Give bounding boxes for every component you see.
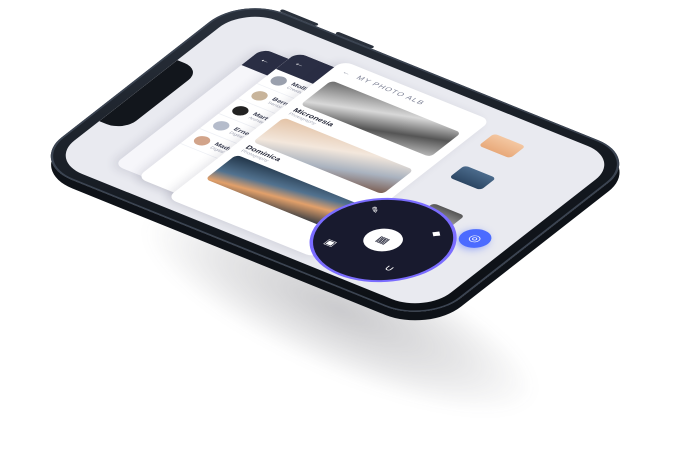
pen-icon[interactable]: ✎: [366, 205, 384, 215]
mockup-stage: ← ← Mollie Stevenson Creative designer: [0, 0, 700, 451]
shape-icon[interactable]: ◆: [428, 228, 445, 239]
avatar: [209, 119, 233, 133]
back-arrow-icon[interactable]: ←: [340, 69, 355, 77]
avatar: [228, 104, 252, 118]
back-arrow-icon[interactable]: ←: [257, 56, 274, 66]
back-arrow-icon[interactable]: ←: [291, 60, 308, 70]
thumbnail[interactable]: [478, 133, 526, 159]
phone-mockup: ← ← Mollie Stevenson Creative designer: [29, 0, 641, 324]
phone-body: ← ← Mollie Stevenson Creative designer: [29, 0, 641, 324]
magnet-icon[interactable]: ∪: [381, 263, 398, 274]
avatar: [267, 74, 291, 88]
thumbnail[interactable]: [449, 165, 497, 191]
camera-icon: ◎: [464, 231, 487, 245]
image-icon[interactable]: ▣: [321, 237, 340, 249]
avatar: [248, 89, 272, 103]
grid-icon[interactable]: ▦: [355, 224, 411, 256]
avatar: [190, 134, 214, 148]
